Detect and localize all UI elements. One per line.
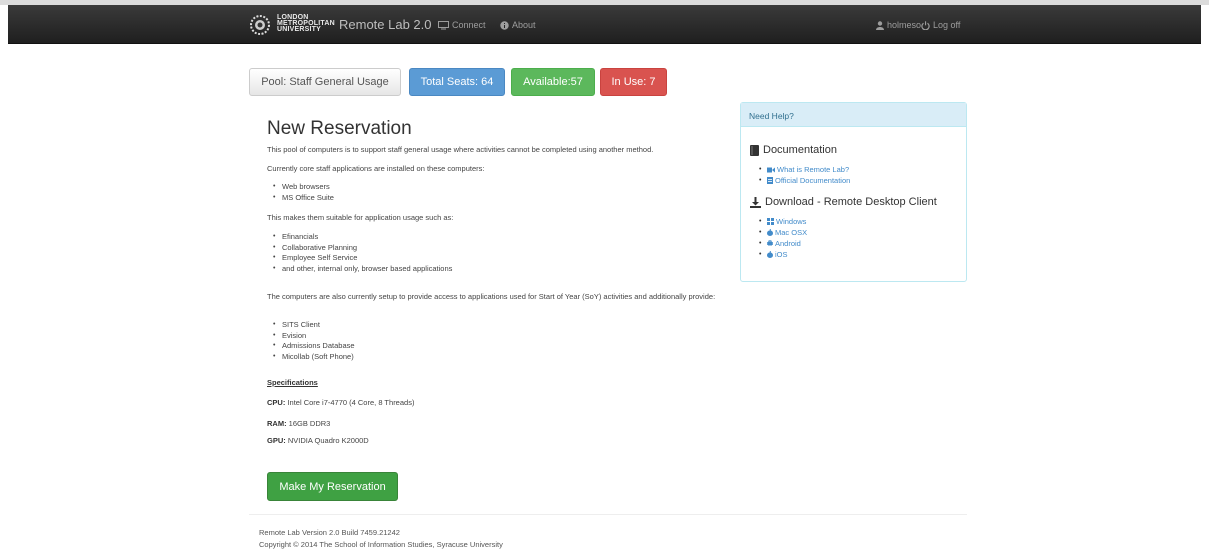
university-logo-text: LONDON METROPOLITAN UNIVERSITY <box>277 14 335 33</box>
list-item: Efinancials <box>267 232 452 243</box>
make-reservation-button[interactable]: Make My Reservation <box>267 472 398 501</box>
user-icon <box>876 20 884 30</box>
spec-ram: RAM: 16GB DDR3 <box>267 419 330 428</box>
spec-gpu-value: NVIDIA Quadro K2000D <box>287 436 369 445</box>
monitor-icon <box>438 20 449 29</box>
download-link-label: Windows <box>776 217 807 226</box>
documentation-title: Documentation <box>763 144 837 156</box>
reservation-content: New Reservation This pool of computers i… <box>267 118 737 445</box>
list-item: Employee Self Service <box>267 253 452 264</box>
nav-user[interactable]: holmeso <box>876 20 921 30</box>
download-link-mac[interactable]: Mac OSX <box>757 227 807 238</box>
help-panel-heading: Need Help? <box>741 103 966 127</box>
list-item: SITS Client <box>267 320 355 331</box>
core-apps-intro: Currently core staff applications are in… <box>267 164 485 173</box>
document-icon <box>767 177 773 184</box>
video-icon <box>767 167 775 173</box>
total-seats-badge[interactable]: Total Seats: 64 <box>409 68 505 96</box>
pool-name-button[interactable]: Pool: Staff General Usage <box>249 68 401 96</box>
navbar: LONDON METROPOLITAN UNIVERSITY Remote La… <box>8 5 1201 44</box>
book-icon <box>750 144 759 156</box>
university-logo-icon <box>250 15 270 35</box>
download-link-android[interactable]: Android <box>757 238 807 249</box>
soy-intro: The computers are also currently setup t… <box>267 292 716 301</box>
documentation-list: What is Remote Lab? Official Documentati… <box>757 164 850 186</box>
available-seats-badge[interactable]: Available:57 <box>511 68 595 96</box>
list-item: Collaborative Planning <box>267 243 452 254</box>
download-link-ios[interactable]: iOS <box>757 249 807 260</box>
usage-intro: This makes them suitable for application… <box>267 213 454 222</box>
list-item: and other, internal only, browser based … <box>267 264 452 275</box>
list-item: Web browsers <box>267 182 334 193</box>
doc-link-what-is[interactable]: What is Remote Lab? <box>757 164 850 175</box>
doc-link-official[interactable]: Official Documentation <box>757 175 850 186</box>
nav-about[interactable]: About <box>500 20 536 30</box>
android-icon <box>767 240 773 246</box>
download-list: Windows Mac OSX Android iOS <box>757 216 807 260</box>
list-item: MS Office Suite <box>267 193 334 204</box>
windows-icon <box>767 218 774 225</box>
download-link-label: Mac OSX <box>775 228 808 237</box>
nav-logoff-label: Log off <box>933 20 961 30</box>
list-item: Evision <box>267 331 355 342</box>
nav-connect-label: Connect <box>452 20 486 30</box>
core-apps-list: Web browsers MS Office Suite <box>267 182 334 203</box>
page-title: New Reservation <box>267 118 412 139</box>
nav-user-label: holmeso <box>887 20 922 30</box>
pool-intro: This pool of computers is to support sta… <box>267 145 654 154</box>
download-title: Download - Remote Desktop Client <box>765 196 937 208</box>
help-panel: Need Help? Documentation What is Remote … <box>740 102 967 282</box>
spec-gpu-label: GPU: <box>267 436 286 445</box>
apple-icon <box>767 229 773 236</box>
nav-about-label: About <box>512 20 536 30</box>
soy-apps-list: SITS Client Evision Admissions Database … <box>267 320 355 362</box>
download-icon <box>750 196 761 208</box>
footer-version: Remote Lab Version 2.0 Build 7459.21242 <box>259 528 400 537</box>
spec-ram-label: RAM: <box>267 419 287 428</box>
list-item: Admissions Database <box>267 341 355 352</box>
in-use-badge[interactable]: In Use: 7 <box>600 68 667 96</box>
spec-cpu-value: Intel Core i7-4770 (4 Core, 8 Threads) <box>287 398 415 407</box>
download-link-windows[interactable]: Windows <box>757 216 807 227</box>
footer-copyright: Copyright © 2014 The School of Informati… <box>259 540 503 549</box>
documentation-heading: Documentation <box>750 144 837 156</box>
spec-gpu: GPU: NVIDIA Quadro K2000D <box>267 436 369 445</box>
brand-title[interactable]: Remote Lab 2.0 <box>339 17 432 32</box>
usage-list: Efinancials Collaborative Planning Emplo… <box>267 232 452 274</box>
download-link-label: iOS <box>775 250 788 259</box>
doc-link-label: Official Documentation <box>775 176 851 185</box>
doc-link-label: What is Remote Lab? <box>777 165 850 174</box>
power-icon <box>921 20 930 30</box>
nav-logoff[interactable]: Log off <box>921 20 960 30</box>
spec-ram-value: 16GB DDR3 <box>288 419 331 428</box>
info-icon <box>500 20 509 30</box>
footer-divider <box>249 514 967 515</box>
specifications-heading: Specifications <box>267 378 318 387</box>
spec-cpu-label: CPU: <box>267 398 286 407</box>
download-heading: Download - Remote Desktop Client <box>750 196 937 208</box>
apple-icon <box>767 251 773 258</box>
list-item: Micollab (Soft Phone) <box>267 352 355 363</box>
spec-cpu: CPU: Intel Core i7-4770 (4 Core, 8 Threa… <box>267 398 414 407</box>
nav-connect[interactable]: Connect <box>438 20 486 30</box>
download-link-label: Android <box>775 239 801 248</box>
